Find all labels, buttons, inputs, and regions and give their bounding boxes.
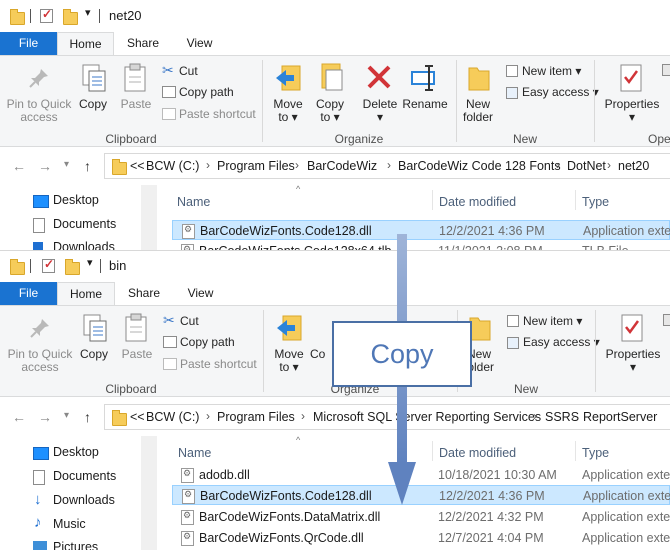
copy-callout-label: Copy: [332, 321, 472, 387]
copy-annotation-arrow: [388, 234, 416, 505]
